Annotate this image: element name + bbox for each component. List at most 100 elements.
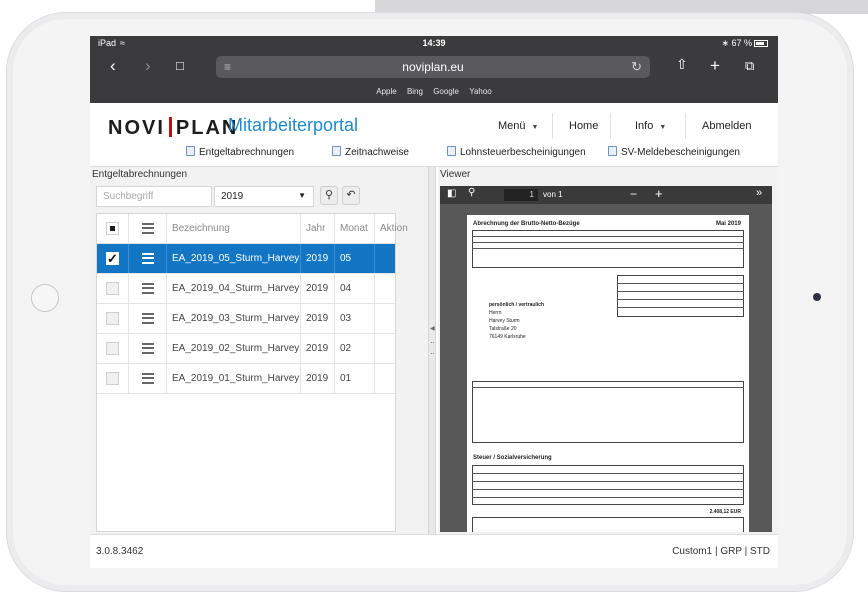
battery-status: ∗ 67 % — [721, 38, 768, 49]
collapse-arrow-icon[interactable]: ◀ — [430, 325, 435, 332]
menu-col-header — [129, 214, 167, 243]
hamburger-icon[interactable] — [142, 223, 154, 234]
bookmark-apple[interactable]: Apple — [376, 87, 396, 96]
address-line: Talstraße 20 — [489, 326, 517, 332]
url-text: noviplan.eu — [402, 60, 464, 74]
doc-rule — [472, 248, 744, 249]
screen: iPad ≈ 14:39 ∗ 67 % ‹ › □ ≡ noviplan.eu … — [90, 36, 778, 568]
bookmark-yahoo[interactable]: Yahoo — [469, 87, 492, 96]
cell-monat: 01 — [335, 364, 375, 393]
cell-monat: 03 — [335, 304, 375, 333]
logout-link[interactable]: Abmelden — [702, 120, 752, 142]
info-dropdown[interactable]: Info ▼ — [635, 120, 666, 142]
table-row[interactable]: ✓ EA_2019_05_Sturm_Harvey 2019 05 — [97, 244, 395, 274]
cell-jahr: 2019 — [301, 304, 335, 333]
app-footer: 3.0.8.3462 Custom1 | GRP | STD — [90, 534, 778, 568]
logo-separator — [168, 117, 172, 137]
doc-info-box — [617, 275, 744, 317]
forward-icon[interactable]: › — [145, 56, 151, 76]
col-monat[interactable]: Monat — [335, 214, 375, 243]
new-tab-icon[interactable]: + — [710, 56, 720, 76]
doc-rule — [472, 481, 744, 482]
grip-icon[interactable] — [431, 342, 434, 354]
battery-percent: 67 % — [731, 38, 752, 48]
cell-aktion — [375, 334, 419, 363]
zoom-out-icon[interactable]: − — [630, 187, 637, 201]
subnav-zeitnachweise[interactable]: Zeitnachweise — [332, 146, 409, 158]
address-line: persönlich / vertraulich — [489, 302, 545, 308]
cell-aktion — [375, 274, 419, 303]
reset-button[interactable]: ↶ — [342, 186, 360, 205]
viewer-title: Viewer — [440, 169, 471, 180]
hamburger-icon[interactable] — [142, 253, 154, 264]
col-jahr[interactable]: Jahr — [301, 214, 335, 243]
col-bezeichnung[interactable]: Bezeichnung — [167, 214, 301, 243]
subnav-entgeltabrechnungen[interactable]: Entgeltabrechnungen — [186, 146, 294, 158]
doc-rule — [472, 242, 744, 243]
divider — [610, 113, 611, 139]
row-checkbox[interactable] — [106, 282, 119, 295]
row-checkbox[interactable] — [106, 372, 119, 385]
table-row[interactable]: EA_2019_02_Sturm_Harvey 2019 02 — [97, 334, 395, 364]
zoom-in-icon[interactable]: + — [655, 186, 663, 201]
pdf-canvas: Abrechnung der Brutto-Netto-Bezüge Mai 2… — [440, 204, 772, 532]
address-line: Herrn — [489, 310, 502, 316]
version-label: 3.0.8.3462 — [96, 546, 144, 557]
doc-rule — [472, 489, 744, 490]
table-row[interactable]: EA_2019_04_Sturm_Harvey 2019 04 — [97, 274, 395, 304]
doc-rule — [472, 236, 744, 237]
address-bar[interactable]: ≡ noviplan.eu ↻ — [216, 56, 650, 78]
doc-rule — [472, 473, 744, 474]
menu-dropdown[interactable]: Menü ▼ — [498, 120, 538, 142]
hamburger-icon[interactable] — [142, 283, 154, 294]
back-icon[interactable]: ‹ — [110, 56, 116, 76]
row-menu-cell — [129, 274, 167, 303]
document-icon — [447, 146, 456, 156]
cell-jahr: 2019 — [301, 244, 335, 273]
row-select-cell — [97, 364, 129, 393]
divider — [685, 113, 686, 139]
cell-bezeichnung: EA_2019_04_Sturm_Harvey — [167, 274, 301, 303]
doc-net-total: 2.408,12 EUR — [709, 509, 741, 515]
search-icon[interactable]: ⚲ — [468, 187, 475, 198]
address-line: 76149 Karlsruhe — [489, 334, 526, 340]
subnav-sv-meldebescheinigungen[interactable]: SV-Meldebescheinigungen — [608, 146, 740, 158]
search-button[interactable]: ⚲ — [320, 186, 338, 205]
row-checkbox[interactable] — [106, 342, 119, 355]
row-select-cell — [97, 334, 129, 363]
share-icon[interactable]: ⇧ — [676, 56, 688, 73]
doc-rule — [617, 307, 744, 308]
home-link[interactable]: Home — [569, 120, 598, 142]
doc-month: Mai 2019 — [715, 221, 741, 227]
page-number-input[interactable]: 1 — [504, 189, 538, 201]
row-select-cell — [97, 274, 129, 303]
hamburger-icon[interactable] — [142, 313, 154, 324]
table-header: Bezeichnung Jahr Monat Aktion — [97, 214, 408, 244]
divider — [552, 113, 553, 139]
tabs-icon[interactable]: ⧉ — [745, 58, 754, 74]
pane-splitter[interactable]: ◀ — [428, 167, 436, 534]
home-button[interactable] — [31, 284, 59, 312]
more-tools-icon[interactable]: » — [756, 187, 762, 199]
subnav-lohnsteuerbescheinigungen[interactable]: Lohnsteuerbescheinigungen — [447, 146, 586, 158]
table-row[interactable]: EA_2019_01_Sturm_Harvey 2019 01 — [97, 364, 395, 394]
sidebar-toggle-icon[interactable]: ◧ — [447, 188, 456, 199]
year-select[interactable]: 2019 ▼ — [214, 186, 314, 207]
table-row[interactable]: EA_2019_03_Sturm_Harvey 2019 03 — [97, 304, 395, 334]
cell-monat: 04 — [335, 274, 375, 303]
document-icon — [186, 146, 195, 156]
bookmark-google[interactable]: Google — [433, 87, 459, 96]
row-checkbox[interactable] — [106, 312, 119, 325]
pdf-toolbar: ◧ ⚲ 1 von 1 − + » — [440, 186, 772, 204]
row-select-cell: ✓ — [97, 244, 129, 273]
select-all-checkbox[interactable] — [106, 222, 119, 235]
cell-jahr: 2019 — [301, 274, 335, 303]
bookmark-bing[interactable]: Bing — [407, 87, 423, 96]
bookmarks-icon[interactable]: □ — [176, 58, 184, 73]
row-checkbox[interactable]: ✓ — [106, 252, 119, 265]
reload-icon[interactable]: ↻ — [631, 59, 642, 75]
hamburger-icon[interactable] — [142, 373, 154, 384]
search-input[interactable]: Suchbegriff — [96, 186, 212, 207]
document-table: Bezeichnung Jahr Monat Aktion ✓ EA_2019_0… — [96, 213, 408, 532]
hamburger-icon[interactable] — [142, 343, 154, 354]
